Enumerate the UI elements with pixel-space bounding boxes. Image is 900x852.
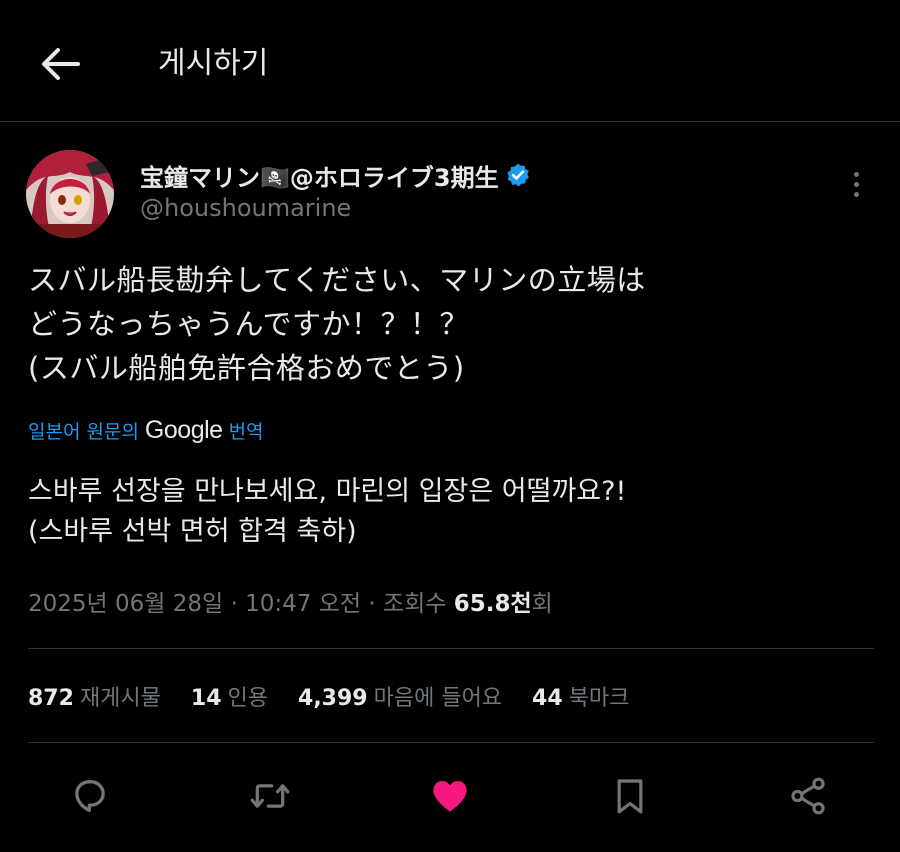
stat-reposts[interactable]: 872 재게시물 [28, 680, 161, 712]
author-display-name[interactable]: 宝鐘マリン🏴‍☠️@ホロライブ3期生 [140, 158, 499, 193]
more-options-button[interactable] [838, 164, 874, 204]
stat-likes[interactable]: 4,399 마음에 들어요 [298, 680, 502, 712]
likes-label: 마음에 들어요 [373, 686, 503, 711]
page-title: 게시하기 [158, 46, 269, 81]
engagement-stats: 872 재게시물 14 인용 4,399 마음에 들어요 44 북마크 [28, 676, 629, 716]
stat-bookmarks[interactable]: 44 북마크 [532, 680, 629, 712]
stat-quotes[interactable]: 14 인용 [191, 680, 268, 712]
view-count-suffix: 회 [531, 591, 553, 617]
dot-icon [853, 171, 859, 177]
avatar[interactable] [26, 150, 114, 238]
bookmarks-count: 44 [532, 686, 563, 711]
repost-button[interactable] [248, 774, 292, 818]
quotes-count: 14 [190, 686, 222, 711]
translated-text: 스바루 선장을 만나보세요, 마린의 입장은 어떨까요?! (스바루 선박 면허… [28, 472, 868, 552]
google-logo: Google [144, 415, 223, 444]
tweet-line: スバル船長勘弁してください、マリンの立場は [28, 263, 646, 297]
repost-icon [250, 784, 290, 808]
view-count: 65.8천 [453, 591, 532, 617]
tweet-line: (スバル船舶免許合格おめでとう) [28, 351, 465, 385]
dot-icon [853, 181, 859, 187]
bookmarks-label: 북마크 [568, 686, 630, 711]
tweet-text: スバル船長勘弁してください、マリンの立場は どうなっちゃうんですか！？！？ (ス… [28, 258, 868, 390]
reposts-label: 재게시물 [79, 686, 161, 711]
reply-icon [75, 779, 105, 813]
tweet-meta: 2025년 06월 28일 · 10:47 오전 · 조회수 65.8천회 [28, 584, 553, 618]
divider [28, 742, 874, 743]
verified-badge-icon [505, 162, 531, 188]
action-bar [0, 764, 900, 828]
translation-prefix: 일본어 원문의 [28, 420, 139, 443]
post-datetime[interactable]: 2025년 06월 28일 · 10:47 오전 · 조회수 [28, 591, 454, 617]
top-bar: 게시하기 [0, 0, 900, 122]
divider [28, 648, 874, 649]
reply-button[interactable] [68, 774, 112, 818]
avatar-image [26, 150, 114, 238]
translation-suffix: 번역 [228, 420, 264, 443]
likes-count: 4,399 [298, 686, 368, 711]
arrow-left-icon [42, 48, 80, 80]
translated-line: (스바루 선박 면허 합격 축하) [28, 516, 357, 547]
bookmark-button[interactable] [608, 774, 652, 818]
author-name-row: 宝鐘マリン🏴‍☠️@ホロライブ3期生 [140, 156, 531, 194]
translation-attribution[interactable]: 일본어 원문의 Google 번역 [28, 412, 264, 448]
share-icon [791, 777, 825, 815]
bookmark-icon [617, 779, 643, 814]
reposts-count: 872 [28, 686, 74, 711]
dot-icon [853, 191, 859, 197]
share-button[interactable] [786, 774, 830, 818]
tweet-line: どうなっちゃうんですか！？！？ [28, 307, 470, 341]
translated-line: 스바루 선장을 만나보세요, 마린의 입장은 어떨까요?! [28, 476, 627, 507]
heart-icon [433, 780, 467, 812]
like-button[interactable] [428, 774, 472, 818]
quotes-label: 인용 [227, 686, 269, 711]
back-button[interactable] [36, 40, 84, 88]
author-handle[interactable]: @houshoumarine [140, 194, 351, 222]
